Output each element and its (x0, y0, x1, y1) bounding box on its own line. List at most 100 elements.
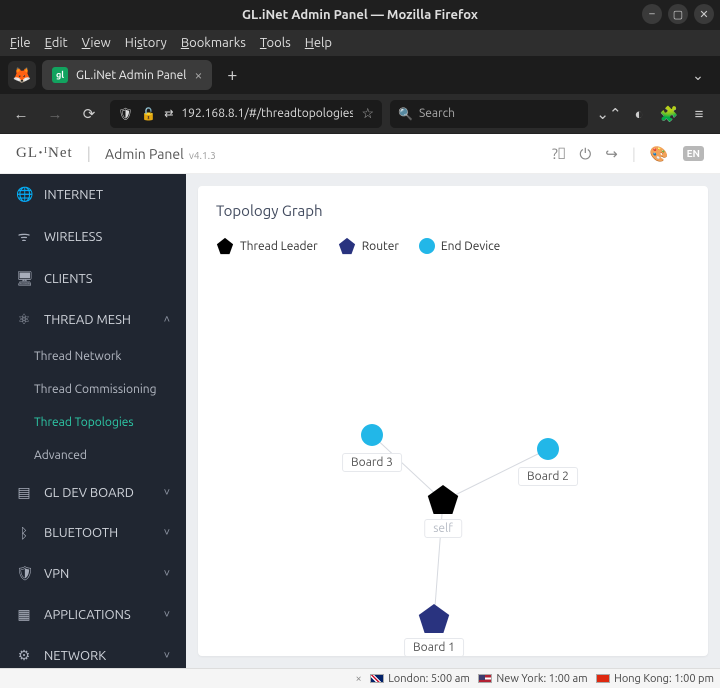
pentagon-icon (216, 237, 234, 255)
flag-uk-icon (370, 674, 384, 683)
new-tab-button[interactable]: + (218, 61, 246, 89)
clock-new-york: New York: 1:00 am (478, 673, 588, 685)
legend-label: Router (362, 240, 399, 253)
nav-reload-button[interactable]: ⟳ (76, 101, 102, 127)
language-badge[interactable]: EN (683, 146, 704, 161)
logout-icon[interactable]: ↪ (605, 145, 618, 163)
menu-help[interactable]: Help (305, 36, 332, 50)
tab-close-button[interactable]: × (194, 67, 202, 83)
nav-forward-button[interactable]: → (42, 101, 68, 127)
window-minimize-button[interactable]: – (642, 4, 662, 24)
flag-us-icon (478, 674, 492, 683)
hamburger-menu-button[interactable]: ≡ (686, 101, 712, 127)
chevron-down-icon: ˅ (164, 487, 170, 499)
sidebar-item-label: NETWORK (44, 649, 106, 663)
chevron-down-icon: ˅ (164, 568, 170, 580)
sidebar-item-label: INTERNET (44, 188, 103, 202)
menu-edit[interactable]: Edit (45, 36, 68, 50)
browser-tab[interactable]: gl GL.iNet Admin Panel × (42, 60, 212, 90)
search-input[interactable]: 🔍 Search (390, 100, 588, 128)
menu-file[interactable]: File (10, 36, 31, 50)
sidebar-subitem-thread-commissioning[interactable]: Thread Commissioning (0, 373, 186, 406)
sidebar-subitem-thread-network[interactable]: Thread Network (0, 340, 186, 373)
mesh-icon: ⚛ (16, 311, 32, 328)
permissions-icon: ⇄ (164, 107, 173, 120)
flag-hk-icon (596, 674, 610, 683)
graph-node-board2[interactable] (537, 438, 559, 460)
sidebar-item-internet[interactable]: 🌐 INTERNET (0, 174, 186, 215)
graph-node-board1[interactable] (419, 604, 449, 633)
tabs-dropdown-button[interactable]: ⌄ (684, 61, 712, 89)
menu-view[interactable]: View (82, 36, 111, 50)
sidebar-item-gl-dev-board[interactable]: ▤ GL DEV BOARD ˅ (0, 472, 186, 513)
tab-title: GL.iNet Admin Panel (76, 69, 186, 82)
graph-node-label-board1: Board 1 (404, 638, 464, 656)
sidebar-item-vpn[interactable]: 🛡VPN˅ (0, 553, 186, 594)
tab-favicon-icon: gl (52, 67, 68, 83)
sidebar-item-label: WIRELESS (44, 230, 102, 244)
statusbar-close-icon[interactable]: × (355, 673, 361, 685)
topology-graph[interactable]: selfBoard 1Board 2Board 3 (198, 263, 708, 653)
brand-separator: | (87, 145, 91, 163)
sidebar-item-applications[interactable]: ▦APPLICATIONS˅ (0, 594, 186, 635)
menu-history[interactable]: History (125, 36, 167, 50)
sidebar-item-label: CLIENTS (44, 272, 93, 286)
shield-icon: 🛡 (118, 107, 133, 121)
pocket-icon[interactable]: ⌄⌃ (596, 101, 622, 127)
extensions-icon[interactable]: 🧩 (656, 101, 682, 127)
menu-tools[interactable]: Tools (260, 36, 291, 50)
app-body: 🌐INTERNETᯤWIRELESS🖥CLIENTS⚛THREAD MESH˄T… (0, 174, 720, 668)
legend-label: End Device (441, 240, 500, 253)
sidebar-subitem-advanced[interactable]: Advanced (0, 439, 186, 472)
graph-node-board3[interactable] (361, 424, 383, 446)
sidebar-item-network[interactable]: ⚙ NETWORK ˅ (0, 635, 186, 668)
legend-entry-thread-leader: Thread Leader (216, 237, 318, 255)
devices-icon: 🖥 (16, 270, 32, 287)
status-bar: × London: 5:00 am New York: 1:00 am Hong… (0, 668, 720, 688)
panel-title: Admin Panel v4.1.3 (105, 146, 216, 162)
legend-label: Thread Leader (240, 240, 318, 253)
sidebar-item-wireless[interactable]: ᯤ WIRELESS (0, 215, 186, 258)
search-placeholder: Search (419, 107, 455, 120)
sidebar-item-label: APPLICATIONS (44, 608, 131, 622)
sidebar-item-bluetooth[interactable]: ᛒBLUETOOTH˅ (0, 513, 186, 553)
help-icon[interactable]: ?⃝ (552, 145, 565, 162)
sidebar-subitem-thread-topologies[interactable]: Thread Topologies (0, 406, 186, 439)
admin-header: GL·ᴵNet | Admin Panel v4.1.3 ?⃝ ⏻ ↪ | 🎨 … (0, 134, 720, 174)
url-input[interactable]: 🛡 🔓 ⇄ 192.168.8.1/#/threadtopologies ☆ (110, 100, 382, 128)
sidebar-item-label: GL DEV BOARD (44, 486, 134, 500)
sidebar-item-label: THREAD MESH (44, 313, 131, 327)
theme-icon[interactable]: 🎨 (650, 145, 669, 163)
legend-entry-router: Router (338, 237, 399, 255)
window-close-button[interactable]: ✕ (694, 4, 714, 24)
firefox-icon: 🦊 (8, 61, 36, 89)
browser-menubar: File Edit View History Bookmarks Tools H… (0, 30, 720, 56)
globe-icon: 🌐 (16, 186, 32, 203)
board-icon: ▤ (16, 484, 32, 501)
menu-bookmarks[interactable]: Bookmarks (181, 36, 246, 50)
wifi-icon: ᯤ (16, 227, 32, 246)
graph-node-label-self: self (424, 519, 462, 538)
power-icon[interactable]: ⏻ (579, 145, 591, 163)
apps-icon: ▦ (16, 606, 32, 623)
chevron-down-icon: ˅ (164, 650, 170, 662)
clock-london: London: 5:00 am (370, 673, 470, 685)
sidebar-item-label: BLUETOOTH (44, 526, 118, 540)
sidebar-item-thread-mesh[interactable]: ⚛THREAD MESH˄ (0, 299, 186, 340)
sidebar-item-clients[interactable]: 🖥 CLIENTS (0, 258, 186, 299)
net-icon: ⚙ (16, 647, 32, 664)
window-maximize-button[interactable]: ▢ (668, 4, 688, 24)
nav-back-button[interactable]: ← (8, 101, 34, 127)
url-text: 192.168.8.1/#/threadtopologies (181, 107, 353, 120)
account-icon[interactable]: ◐ (626, 101, 652, 127)
chevron-down-icon: ˅ (164, 527, 170, 539)
search-icon: 🔍 (398, 107, 413, 121)
shield-icon: 🛡 (16, 565, 32, 582)
bookmark-star-icon[interactable]: ☆ (361, 105, 374, 122)
content-area: Topology Graph Thread Leader Router End De… (186, 174, 720, 668)
graph-node-self[interactable] (428, 485, 458, 514)
lock-icon: 🔓 (141, 107, 156, 121)
browser-urlbar: ← → ⟳ 🛡 🔓 ⇄ 192.168.8.1/#/threadtopologi… (0, 94, 720, 134)
window-titlebar: GL.iNet Admin Panel — Mozilla Firefox – … (0, 0, 720, 30)
card-title: Topology Graph (198, 186, 708, 229)
